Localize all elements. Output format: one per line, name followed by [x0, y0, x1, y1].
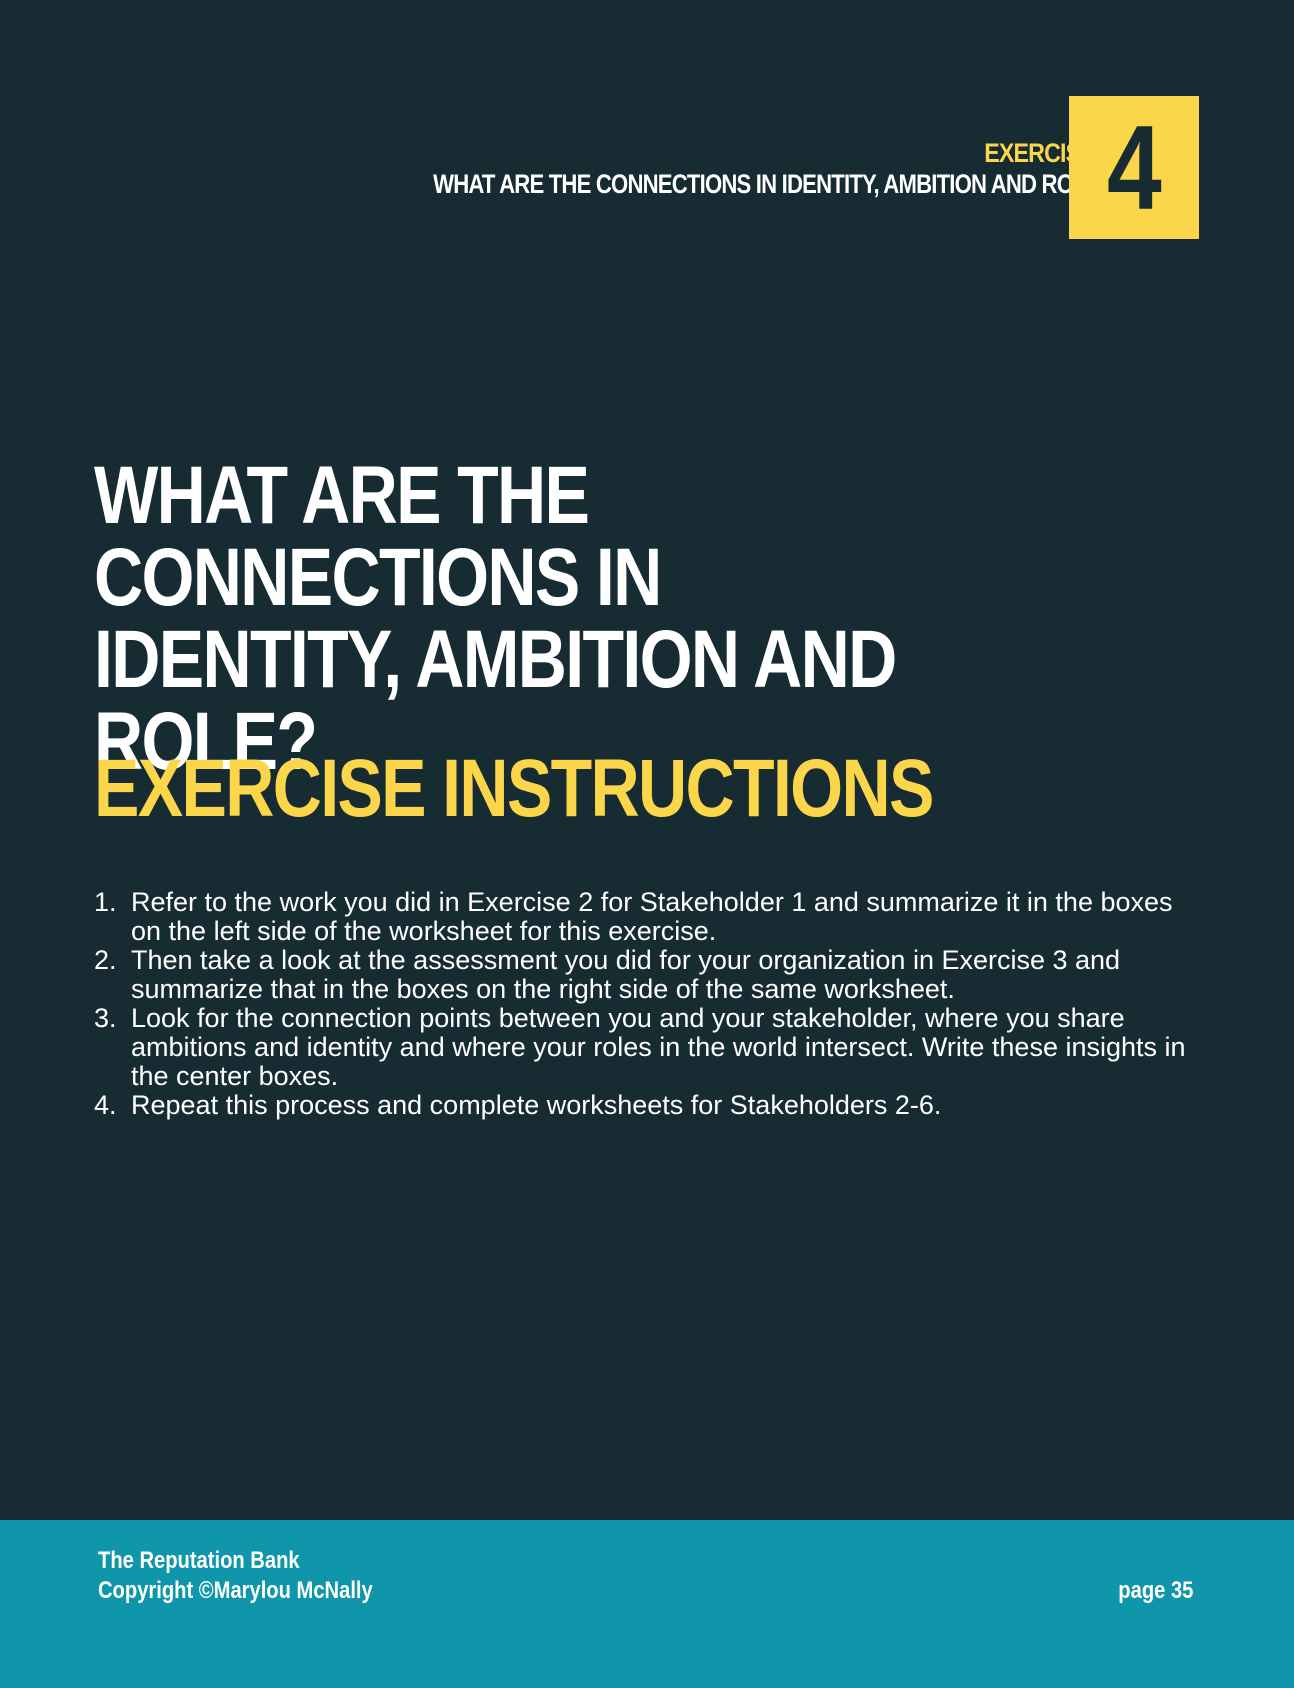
list-item-text: Then take a look at the assessment you d…: [131, 945, 1121, 1004]
list-item-number: 4.: [94, 1090, 117, 1120]
exercise-subtitle: WHAT ARE THE CONNECTIONS IN IDENTITY, AM…: [432, 169, 1113, 199]
exercise-number-badge: 4: [1069, 96, 1199, 239]
list-item: 1. Refer to the work you did in Exercise…: [94, 888, 1204, 946]
exercise-label: EXERCISE 4: [983, 138, 1113, 168]
page-number: page 35: [1117, 1577, 1193, 1604]
page-title: WHAT ARE THE CONNECTIONS IN IDENTITY, AM…: [94, 455, 1073, 783]
document-page: EXERCISE 4 WHAT ARE THE CONNECTIONS IN I…: [0, 0, 1294, 1688]
page-title-line-1: WHAT ARE THE CONNECTIONS IN: [94, 450, 662, 623]
list-item: 2. Then take a look at the assessment yo…: [94, 946, 1204, 1004]
list-item-text: Refer to the work you did in Exercise 2 …: [131, 887, 1173, 946]
footer-credits: The Reputation Bank Copyright ©Marylou M…: [98, 1546, 373, 1606]
list-item-text: Repeat this process and complete workshe…: [131, 1090, 942, 1120]
exercise-number: 4: [1106, 100, 1162, 235]
exercise-header: EXERCISE 4 WHAT ARE THE CONNECTIONS IN I…: [284, 138, 1113, 200]
section-title: EXERCISE INSTRUCTIONS: [94, 743, 934, 834]
list-item-number: 2.: [94, 945, 117, 975]
list-item: 3. Look for the connection points betwee…: [94, 1004, 1204, 1091]
list-item-number: 1.: [94, 887, 117, 917]
list-item-number: 3.: [94, 1003, 117, 1033]
page-footer: The Reputation Bank Copyright ©Marylou M…: [0, 1520, 1294, 1688]
list-item: 4. Repeat this process and complete work…: [94, 1091, 1204, 1120]
list-item-text: Look for the connection points between y…: [131, 1003, 1186, 1091]
instructions-list: 1. Refer to the work you did in Exercise…: [94, 888, 1204, 1120]
footer-book-title: The Reputation Bank: [98, 1547, 300, 1574]
footer-copyright: Copyright ©Marylou McNally: [98, 1577, 373, 1604]
